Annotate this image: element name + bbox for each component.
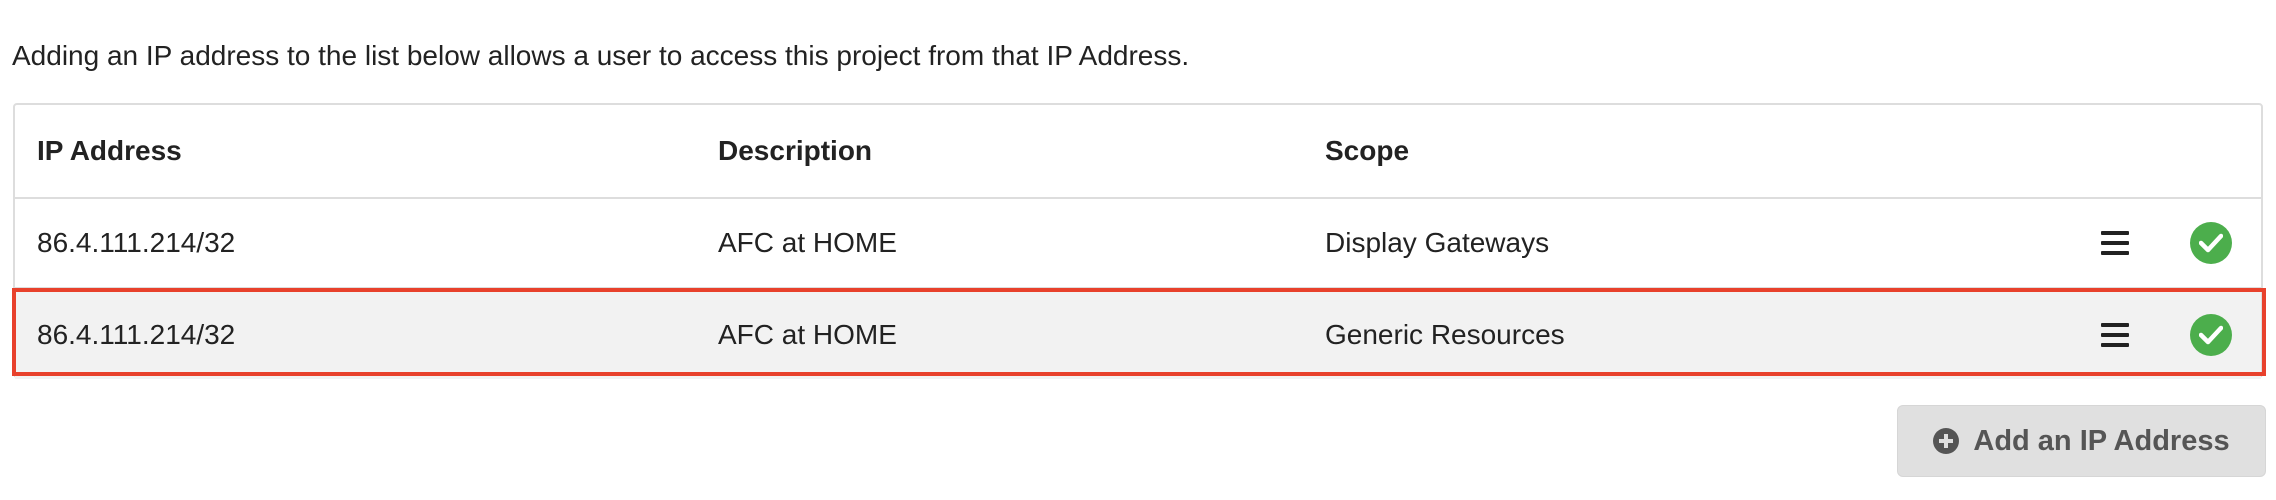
row-status[interactable] [2190,199,2232,287]
column-header-scope: Scope [1325,135,1410,166]
description-cell: AFC at HOME [718,227,897,258]
hamburger-menu-icon[interactable] [2101,323,2129,347]
scope-cell: Display Gateways [1325,227,1550,258]
ip-address-cell: 86.4.111.214/32 [37,319,236,350]
column-header-description: Description [718,135,873,166]
plus-circle-icon [1933,428,1960,454]
add-ip-address-label: Add an IP Address [1973,424,2230,457]
scope-cell: Generic Resources [1325,319,1565,350]
row-status[interactable] [2190,291,2232,379]
check-circle-icon[interactable] [2190,222,2232,264]
column-header-ip-address: IP Address [37,135,182,166]
ip-allowlist-page: Adding an IP address to the list below a… [0,0,2276,500]
ip-address-table: IP Address Description Scope 86.4.111.21… [13,103,2263,379]
add-ip-address-button[interactable]: Add an IP Address [1897,405,2266,477]
intro-text: Adding an IP address to the list below a… [12,40,1190,71]
table-row: 86.4.111.214/32 AFC at HOME Display Gate… [15,199,2261,289]
hamburger-menu-icon[interactable] [2101,231,2129,255]
row-menu-button[interactable] [2101,199,2129,287]
row-menu-button[interactable] [2101,291,2129,379]
description-cell: AFC at HOME [718,319,897,350]
ip-address-cell: 86.4.111.214/32 [37,227,236,258]
check-circle-icon[interactable] [2190,314,2232,356]
table-row: 86.4.111.214/32 AFC at HOME Generic Reso… [15,291,2261,379]
table-header-row: IP Address Description Scope [15,105,2261,199]
